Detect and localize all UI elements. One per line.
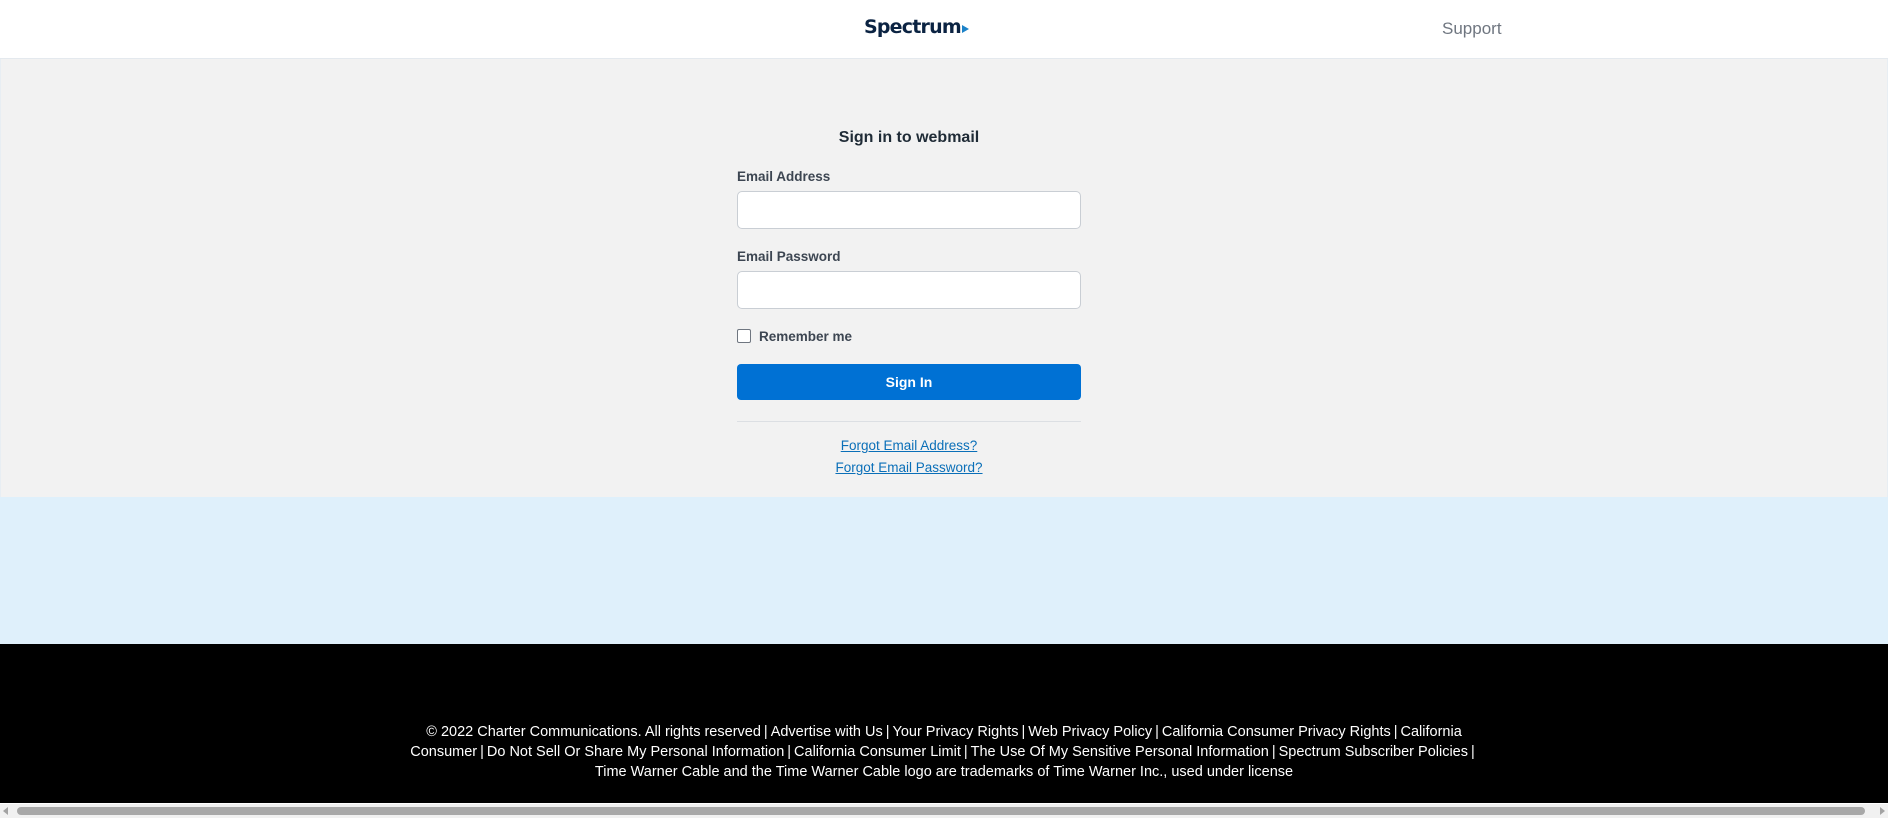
chevron-right-icon[interactable] — [1880, 807, 1885, 815]
footer-link-california-privacy-rights[interactable]: California Consumer Privacy Rights — [1162, 724, 1391, 740]
support-link[interactable]: Support — [1442, 19, 1502, 39]
trademark-text: Time Warner Cable and the Time Warner Ca… — [594, 764, 1294, 780]
email-password-label: Email Password — [737, 249, 841, 264]
email-password-input[interactable] — [737, 271, 1081, 309]
divider — [737, 421, 1081, 422]
scrollbar-thumb[interactable] — [17, 807, 1865, 815]
forgot-password-row: Forgot Email Password? — [737, 459, 1081, 481]
spectrum-logo[interactable]: Spectrum — [864, 16, 969, 38]
blue-band — [0, 497, 1888, 644]
horizontal-scrollbar[interactable] — [0, 804, 1888, 818]
remember-me-label[interactable]: Remember me — [759, 329, 852, 344]
sign-in-form: Sign in to webmail Email Address Email P… — [737, 129, 1081, 481]
play-triangle-icon — [961, 24, 969, 33]
footer-link-do-not-sell[interactable]: Do Not Sell Or Share My Personal Informa… — [487, 744, 784, 760]
form-title: Sign in to webmail — [838, 129, 980, 146]
footer-links: © 2022 Charter Communications. All right… — [386, 722, 1502, 782]
sign-in-button[interactable]: Sign In — [737, 364, 1081, 400]
forgot-email-row: Forgot Email Address? — [737, 437, 1081, 459]
site-header: Spectrum Support — [0, 0, 1888, 59]
footer-separator: | — [963, 744, 968, 760]
footer-link-privacy-rights[interactable]: Your Privacy Rights — [892, 724, 1018, 740]
sign-in-section: Sign in to webmail Email Address Email P… — [0, 59, 1888, 497]
remember-me-row: Remember me — [737, 326, 1081, 346]
footer-separator: | — [787, 744, 792, 760]
footer-link-advertise[interactable]: Advertise with Us — [771, 724, 883, 740]
site-footer: © 2022 Charter Communications. All right… — [0, 644, 1888, 803]
footer-link-sensitive-info[interactable]: The Use Of My Sensitive Personal Informa… — [971, 744, 1269, 760]
footer-separator: | — [885, 724, 890, 740]
logo-text: Spectrum — [864, 16, 962, 38]
footer-separator: | — [1471, 744, 1475, 760]
forgot-email-password-link[interactable]: Forgot Email Password? — [835, 460, 982, 475]
email-address-label: Email Address — [737, 169, 831, 184]
email-address-input[interactable] — [737, 191, 1081, 229]
footer-link-subscriber-policies[interactable]: Spectrum Subscriber Policies — [1279, 744, 1468, 760]
footer-separator: | — [480, 744, 484, 760]
footer-separator: | — [1021, 724, 1026, 740]
footer-separator: | — [1393, 724, 1398, 740]
footer-separator: | — [1271, 744, 1276, 760]
remember-me-checkbox[interactable] — [737, 329, 751, 343]
forgot-email-address-link[interactable]: Forgot Email Address? — [841, 438, 978, 453]
chevron-left-icon[interactable] — [3, 807, 8, 815]
footer-link-california-consumer-limit[interactable]: California Consumer Limit — [794, 744, 961, 760]
footer-link-web-privacy-policy[interactable]: Web Privacy Policy — [1028, 724, 1152, 740]
footer-separator: | — [1155, 724, 1159, 740]
footer-separator: | — [763, 724, 768, 740]
copyright-text: © 2022 Charter Communications. All right… — [426, 724, 761, 740]
